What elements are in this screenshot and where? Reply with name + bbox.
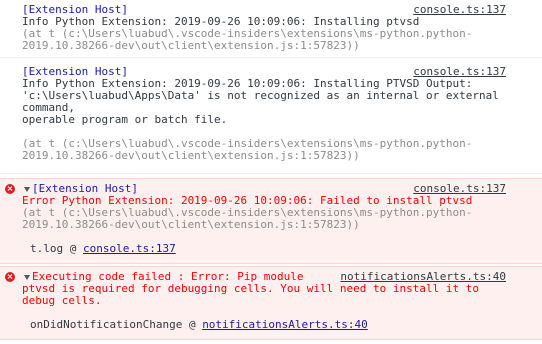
- devtools-console: [Extension Host] console.ts:137 Info Pyt…: [0, 0, 542, 344]
- console-message-info-1[interactable]: [Extension Host] console.ts:137 Info Pyt…: [0, 0, 542, 58]
- stack-link[interactable]: console.ts:137: [83, 242, 176, 255]
- stack-frame: t.log @ console.ts:137: [30, 243, 176, 255]
- message-trace: 2019.10.38266-dev\out\client\extension.j…: [22, 149, 360, 162]
- message-trace: 2019.10.38266-dev\out\client\extension.j…: [22, 39, 360, 52]
- error-circle-icon: ×: [5, 184, 15, 194]
- source-link[interactable]: console.ts:137: [413, 4, 506, 16]
- console-message-info-2[interactable]: [Extension Host] console.ts:137 Info Pyt…: [0, 62, 542, 174]
- console-message-error-2[interactable]: × Executing code failed : Error: Pip mod…: [0, 266, 542, 340]
- stack-function: onDidNotificationChange @: [30, 318, 203, 331]
- message-text: debug cells.: [22, 294, 102, 307]
- error-circle-icon: ×: [5, 272, 15, 282]
- message-text: 'c:\Users\luabud\Apps\Data' is not recog…: [22, 89, 499, 102]
- message-text: operable program or batch file.: [22, 113, 228, 126]
- triangle-down-icon[interactable]: [24, 275, 30, 280]
- stack-function: t.log @: [30, 242, 83, 255]
- console-message-error-1[interactable]: × [Extension Host] console.ts:137 Error …: [0, 178, 542, 264]
- stack-link[interactable]: notificationsAlerts.ts:40: [202, 318, 368, 331]
- message-trace: 2019.10.38266-dev\out\client\extension.j…: [22, 218, 360, 231]
- stack-frame: onDidNotificationChange @ notificationsA…: [30, 319, 368, 331]
- triangle-down-icon[interactable]: [24, 187, 30, 192]
